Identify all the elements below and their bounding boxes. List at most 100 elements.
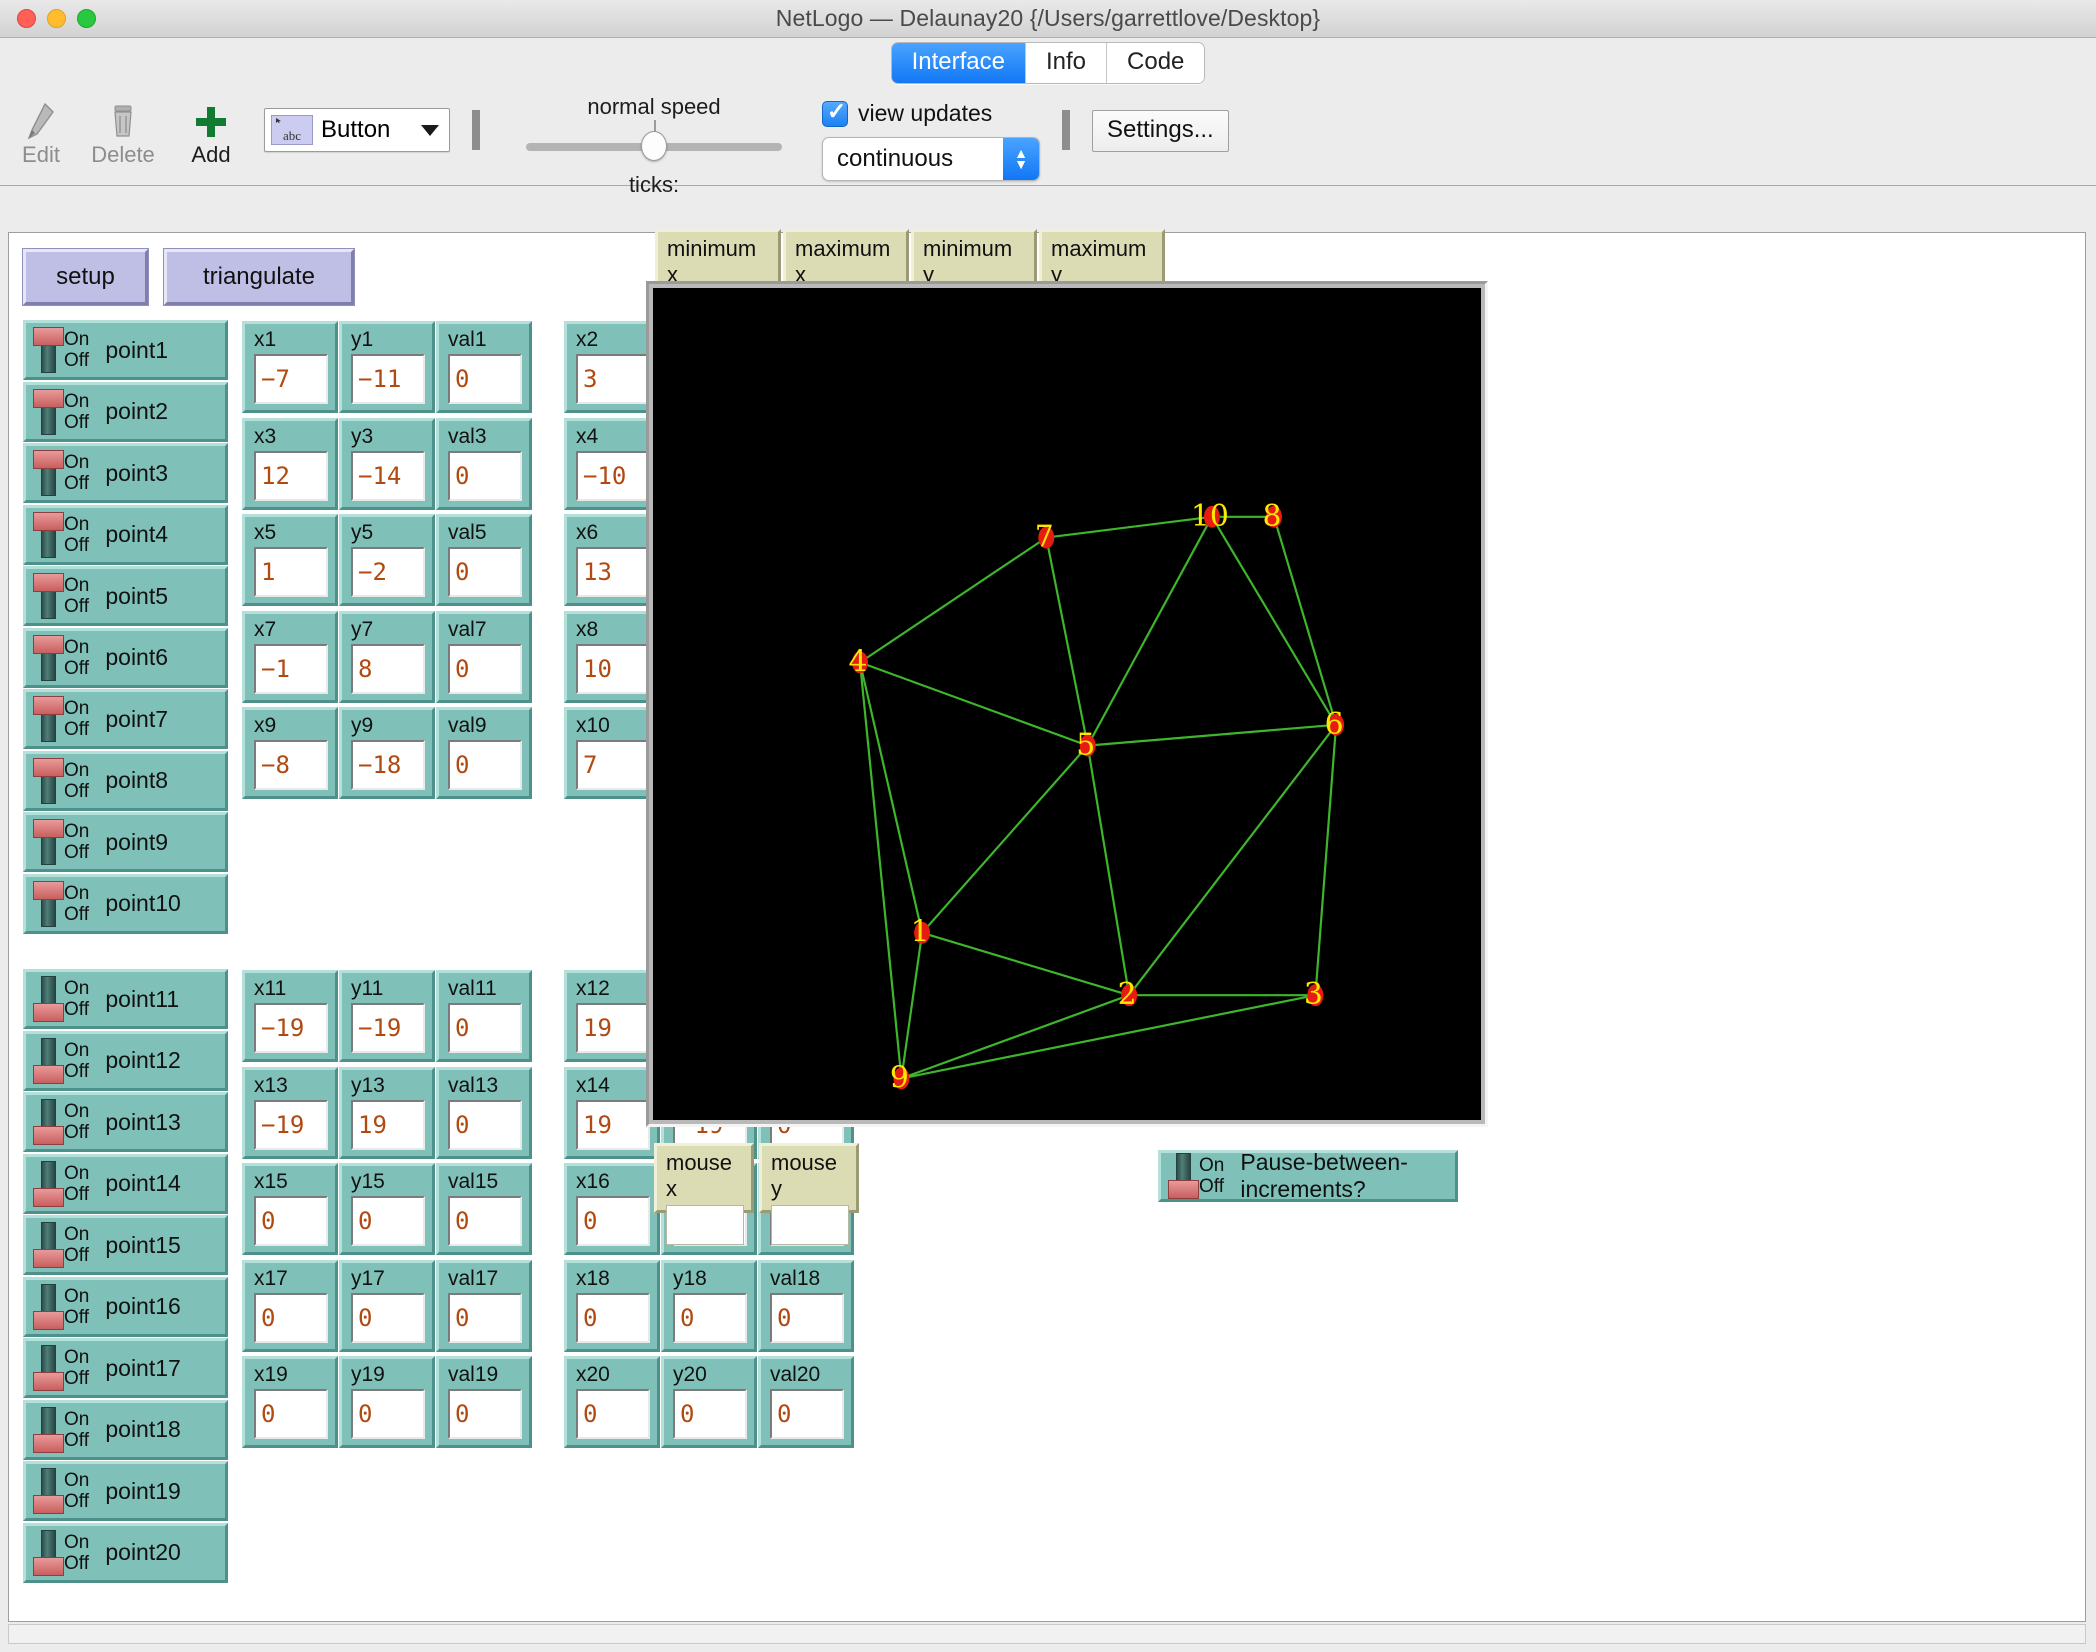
- input-value[interactable]: 0: [448, 354, 522, 404]
- input-value[interactable]: 0: [448, 451, 522, 501]
- switch-point13[interactable]: OnOffpoint13: [23, 1092, 228, 1152]
- input-x3[interactable]: x312: [242, 418, 338, 510]
- input-value[interactable]: −19: [351, 1003, 425, 1053]
- horizontal-scrollbar[interactable]: [8, 1624, 2086, 1644]
- switch-point5[interactable]: OnOffpoint5: [23, 566, 228, 626]
- switch-knob[interactable]: [33, 635, 63, 681]
- switch-knob[interactable]: [33, 450, 63, 496]
- input-value[interactable]: 0: [576, 1196, 650, 1246]
- input-y20[interactable]: y200: [661, 1356, 757, 1448]
- tab-code[interactable]: Code: [1107, 43, 1204, 82]
- input-x18[interactable]: x180: [564, 1260, 660, 1352]
- input-y13[interactable]: y1319: [339, 1067, 435, 1159]
- switch-knob[interactable]: [33, 976, 63, 1022]
- switch-knob[interactable]: [1168, 1153, 1198, 1199]
- input-y9[interactable]: y9−18: [339, 707, 435, 799]
- switch-knob[interactable]: [33, 1530, 63, 1576]
- switch-point19[interactable]: OnOffpoint19: [23, 1461, 228, 1521]
- input-value[interactable]: −14: [351, 451, 425, 501]
- input-value[interactable]: 0: [673, 1293, 747, 1343]
- switch-knob[interactable]: [33, 1038, 63, 1084]
- input-value[interactable]: 1: [254, 547, 328, 597]
- input-val9[interactable]: val90: [436, 707, 532, 799]
- input-value[interactable]: 0: [448, 740, 522, 790]
- tab-info[interactable]: Info: [1026, 43, 1107, 82]
- switch-knob[interactable]: [33, 1468, 63, 1514]
- pause-between-increments-switch[interactable]: On Off Pause-between-increments?: [1158, 1150, 1458, 1202]
- input-val15[interactable]: val150: [436, 1163, 532, 1255]
- input-y15[interactable]: y150: [339, 1163, 435, 1255]
- input-value[interactable]: 8: [351, 644, 425, 694]
- view-world[interactable]: 12345678910: [653, 288, 1481, 1120]
- switch-point15[interactable]: OnOffpoint15: [23, 1215, 228, 1275]
- switch-point20[interactable]: OnOffpoint20: [23, 1523, 228, 1583]
- switch-knob[interactable]: [33, 512, 63, 558]
- switch-knob[interactable]: [33, 327, 63, 373]
- input-value[interactable]: 0: [448, 1293, 522, 1343]
- input-value[interactable]: 0: [448, 1389, 522, 1439]
- switch-knob[interactable]: [33, 696, 63, 742]
- input-x1[interactable]: x1−7: [242, 321, 338, 413]
- input-val18[interactable]: val180: [758, 1260, 854, 1352]
- update-mode-dropdown[interactable]: continuous ▲▼: [822, 137, 1040, 181]
- input-x15[interactable]: x150: [242, 1163, 338, 1255]
- input-value[interactable]: 3: [576, 354, 650, 404]
- input-val17[interactable]: val170: [436, 1260, 532, 1352]
- input-value[interactable]: 0: [448, 1196, 522, 1246]
- triangulate-button[interactable]: triangulate: [164, 249, 354, 305]
- input-value[interactable]: −18: [351, 740, 425, 790]
- add-button[interactable]: Add: [170, 88, 252, 168]
- switch-knob[interactable]: [33, 389, 63, 435]
- switch-point3[interactable]: OnOffpoint3: [23, 443, 228, 503]
- speed-slider-knob[interactable]: [641, 131, 667, 161]
- edit-button[interactable]: Edit: [0, 88, 82, 168]
- input-value[interactable]: 19: [351, 1100, 425, 1150]
- input-y19[interactable]: y190: [339, 1356, 435, 1448]
- input-x9[interactable]: x9−8: [242, 707, 338, 799]
- input-value[interactable]: 19: [576, 1003, 650, 1053]
- switch-knob[interactable]: [33, 1284, 63, 1330]
- view-updates-checkbox[interactable]: [822, 101, 848, 127]
- input-y18[interactable]: y180: [661, 1260, 757, 1352]
- input-value[interactable]: 0: [351, 1293, 425, 1343]
- input-value[interactable]: 0: [254, 1389, 328, 1439]
- input-val3[interactable]: val30: [436, 418, 532, 510]
- delete-button[interactable]: Delete: [82, 88, 164, 168]
- settings-button[interactable]: Settings...: [1092, 110, 1229, 152]
- input-value[interactable]: −11: [351, 354, 425, 404]
- switch-point1[interactable]: OnOffpoint1: [23, 320, 228, 380]
- switch-point18[interactable]: OnOffpoint18: [23, 1400, 228, 1460]
- switch-point17[interactable]: OnOffpoint17: [23, 1338, 228, 1398]
- input-x20[interactable]: x200: [564, 1356, 660, 1448]
- input-value[interactable]: 0: [673, 1389, 747, 1439]
- input-x13[interactable]: x13−19: [242, 1067, 338, 1159]
- switch-point11[interactable]: OnOffpoint11: [23, 969, 228, 1029]
- input-value[interactable]: −7: [254, 354, 328, 404]
- input-y11[interactable]: y11−19: [339, 970, 435, 1062]
- input-val7[interactable]: val70: [436, 611, 532, 703]
- input-value[interactable]: 19: [576, 1100, 650, 1150]
- switch-point9[interactable]: OnOffpoint9: [23, 812, 228, 872]
- input-value[interactable]: −2: [351, 547, 425, 597]
- switch-point10[interactable]: OnOffpoint10: [23, 874, 228, 934]
- input-val13[interactable]: val130: [436, 1067, 532, 1159]
- switch-point4[interactable]: OnOffpoint4: [23, 505, 228, 565]
- switch-knob[interactable]: [33, 881, 63, 927]
- input-value[interactable]: −10: [576, 451, 650, 501]
- input-val1[interactable]: val10: [436, 321, 532, 413]
- input-value[interactable]: −1: [254, 644, 328, 694]
- input-value[interactable]: −19: [254, 1100, 328, 1150]
- tab-interface[interactable]: Interface: [892, 43, 1026, 82]
- input-value[interactable]: 13: [576, 547, 650, 597]
- input-value[interactable]: 10: [576, 644, 650, 694]
- switch-point6[interactable]: OnOffpoint6: [23, 628, 228, 688]
- input-x19[interactable]: x190: [242, 1356, 338, 1448]
- switch-knob[interactable]: [33, 1161, 63, 1207]
- input-value[interactable]: 7: [576, 740, 650, 790]
- switch-point16[interactable]: OnOffpoint16: [23, 1277, 228, 1337]
- switch-knob[interactable]: [33, 819, 63, 865]
- input-value[interactable]: 0: [254, 1196, 328, 1246]
- input-x11[interactable]: x11−19: [242, 970, 338, 1062]
- input-value[interactable]: 0: [448, 1003, 522, 1053]
- input-x5[interactable]: x51: [242, 514, 338, 606]
